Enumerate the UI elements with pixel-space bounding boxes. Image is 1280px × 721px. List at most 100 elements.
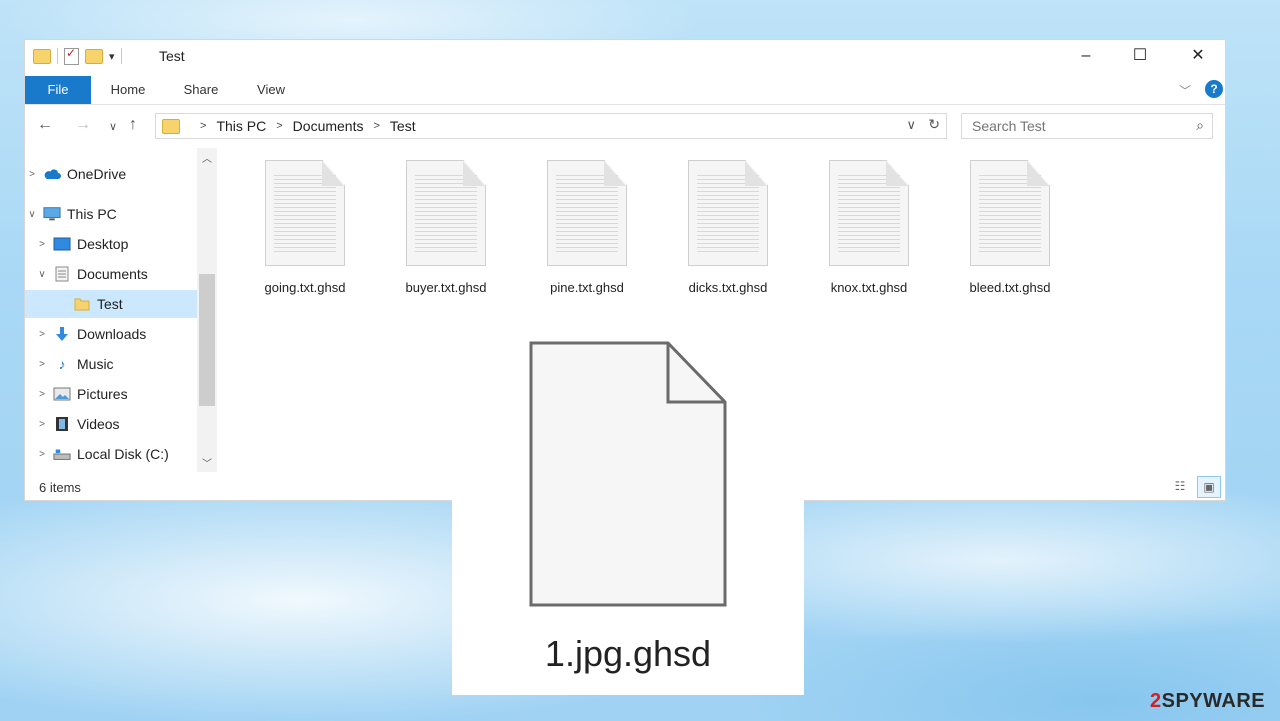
text-document-icon <box>970 160 1050 266</box>
sidebar-item-documents[interactable]: ∨ Documents <box>35 260 197 288</box>
address-bar[interactable]: > This PC > Documents > Test ∨ ↻ <box>155 113 947 139</box>
back-arrow-icon[interactable]: ← <box>37 116 53 134</box>
file-item[interactable]: going.txt.ghsd <box>240 160 370 310</box>
search-input[interactable] <box>970 117 1174 135</box>
pictures-icon <box>53 386 71 402</box>
file-item[interactable]: buyer.txt.ghsd <box>381 160 511 310</box>
expand-ribbon-icon[interactable]: ﹀ <box>1179 82 1191 99</box>
chevron-right-icon[interactable]: > <box>35 359 49 370</box>
sidebar-item-label: Local Disk (C:) <box>77 446 169 462</box>
sidebar-item-label: Downloads <box>77 326 147 342</box>
navigation-pane: > OneDrive ∨ This PC > Desktop ∨ Documen… <box>25 148 217 472</box>
chevron-right-icon[interactable]: > <box>35 389 49 400</box>
enlarged-file-preview: 1.jpg.ghsd <box>452 333 804 695</box>
sidebar-item-onedrive[interactable]: > OneDrive <box>25 160 197 188</box>
file-name: bleed.txt.ghsd <box>969 280 1051 295</box>
divider <box>120 48 122 64</box>
refresh-icon[interactable]: ↻ <box>928 116 940 133</box>
close-button[interactable]: ✕ <box>1175 40 1221 72</box>
folder-icon <box>73 296 91 312</box>
divider <box>57 48 58 64</box>
computer-icon <box>43 206 61 222</box>
chevron-down-icon[interactable]: ∨ <box>35 269 49 280</box>
sidebar-item-desktop[interactable]: > Desktop <box>35 230 197 258</box>
blank-file-icon <box>529 341 727 607</box>
status-item-count: 6 items <box>39 480 81 495</box>
chevron-right-icon[interactable]: > <box>25 169 39 180</box>
breadcrumb-separator-icon[interactable]: > <box>200 120 206 132</box>
file-name: going.txt.ghsd <box>264 280 346 295</box>
chevron-up-icon[interactable]: ︿ <box>197 150 217 165</box>
enlarged-file-name: 1.jpg.ghsd <box>544 633 712 674</box>
breadcrumb-separator-icon[interactable]: > <box>276 120 282 132</box>
file-item[interactable]: bleed.txt.ghsd <box>945 160 1075 310</box>
customize-toolbar-icon[interactable]: ▾ <box>109 50 115 63</box>
chevron-down-icon[interactable]: ∨ <box>906 117 916 133</box>
quick-access-toolbar: ▾ <box>33 46 122 66</box>
navigation-bar: ← → ∨ ↑ > This PC > Documents > Test ∨ ↻… <box>25 110 1225 142</box>
up-arrow-icon[interactable]: ↑ <box>129 116 137 134</box>
file-list: going.txt.ghsd buyer.txt.ghsd pine.txt.g… <box>240 160 1140 320</box>
sidebar-item-test[interactable]: Test <box>25 290 197 318</box>
download-icon <box>53 326 71 342</box>
breadcrumb-test[interactable]: Test <box>390 118 416 134</box>
drive-icon <box>53 446 71 462</box>
sidebar-item-pictures[interactable]: > Pictures <box>35 380 197 408</box>
ribbon-tabs: File Home Share View ﹀ ? <box>25 76 1225 105</box>
sidebar-item-label: Videos <box>77 416 120 432</box>
properties-icon[interactable] <box>64 46 79 65</box>
chevron-right-icon[interactable]: > <box>35 449 49 460</box>
file-name: buyer.txt.ghsd <box>405 280 487 295</box>
tab-home[interactable]: Home <box>99 76 157 104</box>
details-view-icon[interactable]: ☷ <box>1169 476 1191 496</box>
file-name: pine.txt.ghsd <box>550 280 624 295</box>
text-document-icon <box>547 160 627 266</box>
search-icon[interactable]: ⌕ <box>1196 117 1204 134</box>
sidebar-item-label: OneDrive <box>67 166 127 182</box>
large-icons-view-icon[interactable]: ▣ <box>1197 476 1221 498</box>
folder-icon <box>33 48 51 64</box>
sidebar-item-label: Test <box>97 296 123 312</box>
chevron-right-icon[interactable]: > <box>35 419 49 430</box>
tab-view[interactable]: View <box>243 76 299 104</box>
tab-share[interactable]: Share <box>171 76 231 104</box>
help-icon[interactable]: ? <box>1205 80 1223 98</box>
new-folder-icon[interactable] <box>85 48 103 64</box>
site-watermark-logo: 2SPYWARE <box>1150 690 1266 712</box>
chevron-down-icon[interactable]: ∨ <box>25 209 39 220</box>
file-item[interactable]: knox.txt.ghsd <box>804 160 934 310</box>
scrollbar-thumb[interactable] <box>199 274 215 406</box>
file-item[interactable]: pine.txt.ghsd <box>522 160 652 310</box>
sidebar-item-music[interactable]: > ♪ Music <box>35 350 197 378</box>
chevron-right-icon[interactable]: > <box>35 329 49 340</box>
chevron-right-icon[interactable]: > <box>35 239 49 250</box>
forward-arrow-icon[interactable]: → <box>75 116 91 134</box>
cloud-icon <box>43 166 61 182</box>
sidebar-item-label: Documents <box>77 266 148 282</box>
breadcrumb-documents[interactable]: Documents <box>293 118 364 134</box>
file-name: knox.txt.ghsd <box>830 280 908 295</box>
sidebar-item-this-pc[interactable]: ∨ This PC <box>25 200 197 228</box>
music-icon: ♪ <box>58 356 66 372</box>
maximize-button[interactable]: ☐ <box>1117 40 1163 72</box>
videos-icon <box>53 416 71 432</box>
sidebar-item-label: Music <box>77 356 114 372</box>
sidebar-item-local-disk[interactable]: > Local Disk (C:) <box>35 440 197 468</box>
recent-locations-icon[interactable]: ∨ <box>109 120 117 133</box>
nav-scrollbar[interactable]: ︿ ﹀ <box>197 148 217 472</box>
sidebar-item-label: Desktop <box>77 236 129 252</box>
sidebar-item-label: This PC <box>67 206 117 222</box>
search-box[interactable]: ⌕ <box>961 113 1213 139</box>
breadcrumb-separator-icon[interactable]: > <box>373 120 379 132</box>
tab-file[interactable]: File <box>25 76 91 104</box>
text-document-icon <box>265 160 345 266</box>
chevron-down-icon[interactable]: ﹀ <box>197 455 217 470</box>
file-item[interactable]: dicks.txt.ghsd <box>663 160 793 310</box>
sidebar-item-videos[interactable]: > Videos <box>35 410 197 438</box>
window-title: Test <box>159 48 185 64</box>
sidebar-item-downloads[interactable]: > Downloads <box>35 320 197 348</box>
breadcrumb-this-pc[interactable]: This PC <box>216 118 266 134</box>
text-document-icon <box>688 160 768 266</box>
file-name: dicks.txt.ghsd <box>688 280 768 295</box>
minimize-button[interactable]: – <box>1063 40 1109 72</box>
